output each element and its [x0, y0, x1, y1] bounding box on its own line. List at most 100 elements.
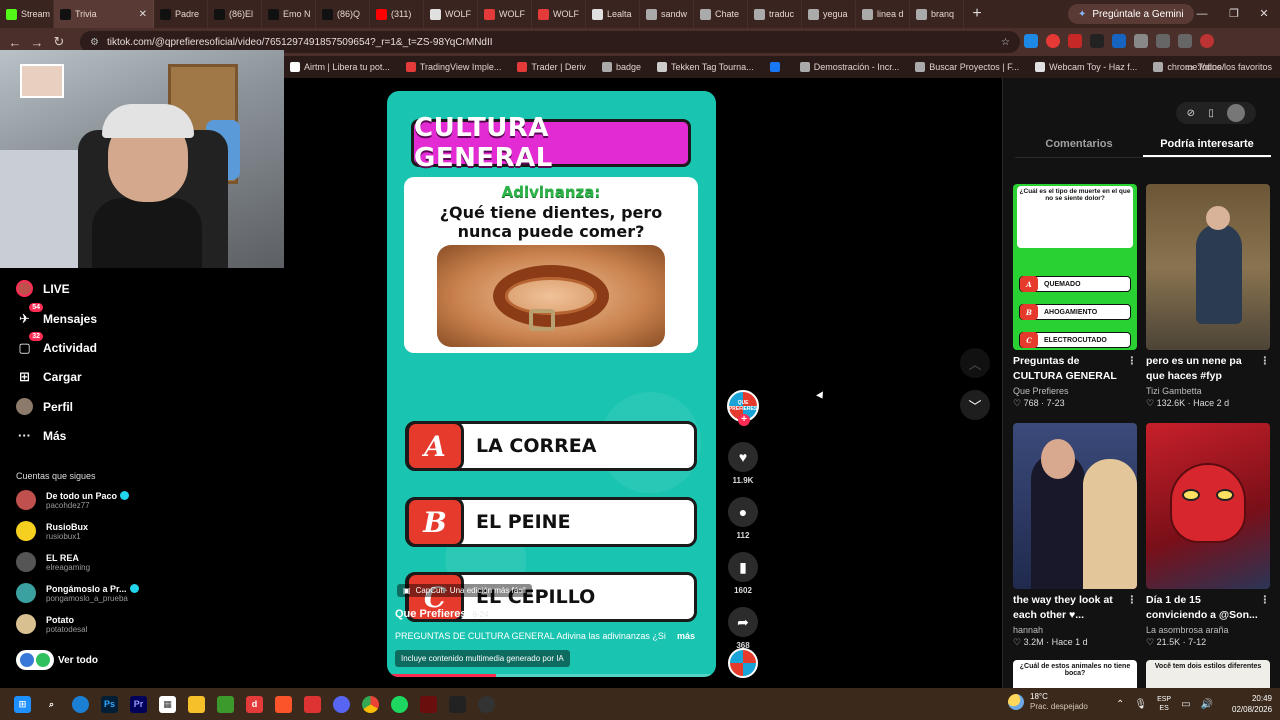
description-more-link[interactable]: más	[677, 631, 695, 641]
share-icon[interactable]: ➦	[728, 607, 758, 637]
sidebar-item-upload[interactable]: ⊞ Cargar	[16, 368, 82, 385]
video-progress-bar[interactable]	[387, 674, 716, 677]
taskbar-obs[interactable]	[472, 688, 501, 720]
browser-tab[interactable]: (86)Q	[316, 0, 370, 28]
extension-icon[interactable]	[1090, 34, 1104, 48]
rec-author[interactable]: hannah	[1013, 625, 1137, 635]
bookmark-item[interactable]: Tekken Tag Tourna...	[656, 62, 754, 72]
following-account[interactable]: RusioBux rusiobux1	[16, 521, 88, 541]
bookmark-star-icon[interactable]: ☆	[1001, 37, 1010, 48]
tab-comments[interactable]: Comentarios	[1015, 130, 1143, 157]
taskbar-brave[interactable]	[269, 688, 298, 720]
taskbar-edge[interactable]	[66, 688, 95, 720]
see-all-button[interactable]: Ver todo	[16, 650, 98, 670]
bookmark-item[interactable]	[769, 62, 784, 72]
taskbar-spotify[interactable]	[385, 688, 414, 720]
sidebar-item-profile[interactable]: Perfil	[16, 398, 73, 415]
sidebar-item-messages[interactable]: ✈ 54 Mensajes	[16, 303, 97, 327]
network-icon[interactable]: ▭	[1181, 699, 1190, 710]
recommendation-card[interactable]: ¿Cuál es el tipo de muerte en el que no …	[1013, 184, 1137, 409]
gemini-button[interactable]: ✦ Pregúntale a Gemini	[1068, 4, 1194, 24]
language-indicator[interactable]: ESP ES	[1157, 695, 1171, 713]
following-account[interactable]: Pongámoslo a Pr... pongamoslo_a_prueba	[16, 583, 139, 603]
creator-avatar[interactable]: QUE PREFIERES +	[727, 390, 759, 426]
new-tab-button[interactable]: +	[964, 5, 990, 23]
site-info-icon[interactable]: ⚙	[90, 37, 99, 48]
profile-avatar[interactable]	[1200, 34, 1214, 48]
taskbar-photoshop[interactable]: Ps	[95, 688, 124, 720]
rec-peek-card[interactable]: Você tem dois estilos diferentes	[1146, 660, 1270, 688]
browser-tab[interactable]: yegua	[802, 0, 856, 28]
browser-tab[interactable]: WOLF	[532, 0, 586, 28]
sound-avatar[interactable]	[728, 648, 758, 678]
video-author[interactable]: Que Prefieres 6-24	[395, 608, 489, 620]
taskbar-app[interactable]	[443, 688, 472, 720]
recommendation-card[interactable]: Día 1 de 15 conviciendo a @Son... ⋮ La as…	[1146, 423, 1270, 648]
puzzle-icon[interactable]	[1156, 34, 1170, 48]
bookmark-item[interactable]: TradingView Imple...	[405, 62, 501, 72]
taskbar-explorer[interactable]	[182, 688, 211, 720]
bookmark-item[interactable]: Demostración - Incr...	[799, 62, 899, 72]
follow-plus-icon[interactable]: +	[738, 414, 750, 426]
browser-tab[interactable]: Padre	[154, 0, 208, 28]
taskbar-app[interactable]	[298, 688, 327, 720]
browser-tab[interactable]: WOLF	[478, 0, 532, 28]
extension-icon[interactable]	[1046, 34, 1060, 48]
browser-tab[interactable]: linea d	[856, 0, 910, 28]
taskbar-deriv[interactable]: d	[240, 688, 269, 720]
video-player[interactable]: CULTURA GENERAL Adivinanza: ¿Qué tiene d…	[387, 91, 716, 677]
more-options-icon[interactable]: ⋮	[1127, 593, 1138, 608]
reload-icon[interactable]: ↻	[48, 34, 70, 50]
browser-tab[interactable]: (311)	[370, 0, 424, 28]
rec-author[interactable]: La asombrosa araña	[1146, 625, 1270, 635]
browser-tab[interactable]: Trivia ✕	[54, 0, 154, 28]
compass-icon[interactable]: ⊘	[1187, 108, 1195, 119]
heart-icon[interactable]: ♥	[728, 442, 758, 472]
taskbar-store[interactable]: ▦	[153, 688, 182, 720]
more-options-icon[interactable]: ⋮	[1260, 593, 1271, 608]
taskbar-chrome[interactable]	[356, 688, 385, 720]
microphone-icon[interactable]: 🎙	[1134, 699, 1147, 710]
bookmark-item[interactable]: badge	[601, 62, 641, 72]
browser-tab[interactable]: Chate	[694, 0, 748, 28]
bookmark-item[interactable]: Trader | Deriv	[517, 62, 586, 72]
menu-icon[interactable]	[1178, 34, 1192, 48]
tab-interest[interactable]: Podría interesarte	[1143, 130, 1271, 157]
rec-author[interactable]: Que Prefieres	[1013, 386, 1137, 396]
browser-tab[interactable]: branq	[910, 0, 964, 28]
following-account[interactable]: Potato potatodesal	[16, 614, 87, 634]
browser-tab[interactable]: sandw	[640, 0, 694, 28]
bookmark-item[interactable]: Webcam Toy - Haz f...	[1035, 62, 1137, 72]
recommendation-card[interactable]: the way they look at each other ♥... ⋮ ha…	[1013, 423, 1137, 648]
close-tab-icon[interactable]: ✕	[139, 9, 147, 20]
device-icon[interactable]: ▯	[1208, 108, 1214, 119]
bookmark-icon[interactable]: ▮	[728, 552, 758, 582]
rec-peek-card[interactable]: ¿Cuál de estos animales no tiene boca?	[1013, 660, 1137, 688]
more-options-icon[interactable]: ⋮	[1127, 354, 1138, 369]
browser-tab[interactable]: Lealta	[586, 0, 640, 28]
taskbar-premiere[interactable]: Pr	[124, 688, 153, 720]
taskbar-minecraft[interactable]	[211, 688, 240, 720]
extension-icon[interactable]	[1024, 34, 1038, 48]
chevron-up-icon[interactable]: ⌃	[1116, 699, 1124, 710]
maximize-button[interactable]: ❐	[1218, 0, 1250, 28]
browser-tab[interactable]: traduc	[748, 0, 802, 28]
following-account[interactable]: EL REA elreagaming	[16, 552, 90, 572]
recommendation-card[interactable]: pero es un nene pa que haces #fyp #humor…	[1146, 184, 1270, 409]
volume-icon[interactable]: 🔊	[1201, 699, 1213, 710]
browser-tab[interactable]: WOLF	[424, 0, 478, 28]
comment-icon[interactable]: ●	[728, 497, 758, 527]
sidebar-item-activity[interactable]: ▢ 32 Actividad	[16, 332, 97, 356]
all-bookmarks[interactable]: ▭ Todos los favoritos	[1185, 62, 1272, 73]
user-avatar[interactable]	[1227, 104, 1246, 122]
clock[interactable]: 20:49 02/08/2026	[1232, 693, 1272, 715]
close-window-button[interactable]: ✕	[1248, 0, 1280, 28]
sidebar-item-live[interactable]: LIVE	[16, 280, 70, 297]
next-video-button[interactable]: ﹀	[960, 390, 990, 420]
weather-widget[interactable]: 18°C Prac. despejado	[1008, 692, 1088, 712]
previous-video-button[interactable]: ︿	[960, 348, 990, 378]
sidebar-item-more[interactable]: ··· Más	[16, 427, 66, 444]
bookmark-item[interactable]: Buscar Proyectos | F...	[915, 62, 1019, 72]
search-button[interactable]: ⌕	[37, 688, 66, 720]
browser-tab[interactable]: (86)El	[208, 0, 262, 28]
